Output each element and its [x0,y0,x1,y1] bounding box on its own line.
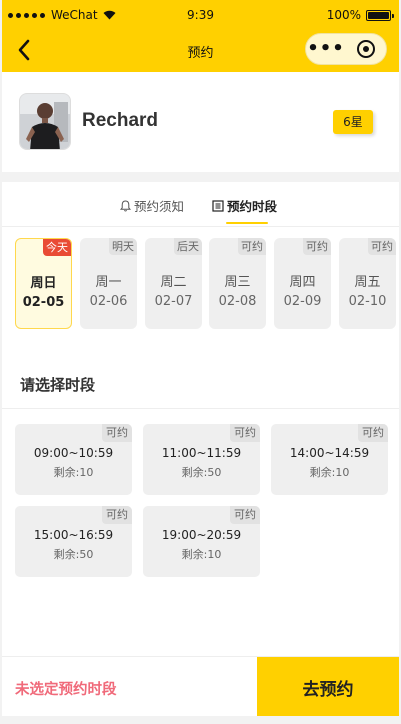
date-strip[interactable]: 今天 周日 02-05 明天 周一 02-06 后天 周二 02-07 可约 周… [2,227,399,337]
coach-name: Rechard [82,110,159,131]
date-value: 02-07 [154,294,193,309]
date-tag: 今天 [43,239,71,256]
date-value: 02-10 [348,294,387,309]
selection-hint: 未选定预约时段 [15,682,117,698]
nav-bar: 预约 ••• [2,30,399,70]
slot-remaining: 剩余:50 [53,548,94,561]
date-weekday: 周四 [289,275,316,290]
time-slot[interactable]: 可约 19:00~20:59 剩余:10 [143,506,260,577]
slot-remaining: 剩余:10 [53,466,94,479]
battery-area: 100% [326,8,394,22]
slot-tag: 可约 [230,506,260,524]
date-card[interactable]: 后天 周二 02-07 [145,238,202,329]
time-slot[interactable]: 可约 09:00~10:59 剩余:10 [15,424,132,495]
slot-tag: 可约 [230,424,260,442]
slot-remaining: 剩余:10 [309,466,350,479]
avatar [19,93,71,150]
date-card[interactable]: 今天 周日 02-05 [15,238,72,329]
book-button[interactable]: 去预约 [257,657,399,717]
divider [2,408,399,409]
slot-range: 14:00~14:59 [289,446,370,460]
coach-header: Rechard 6星 [2,72,399,172]
tab-notice-label: 预约须知 [134,199,185,214]
date-weekday: 周三 [224,275,251,290]
list-icon [212,199,224,212]
bottom-spacer [2,716,399,724]
date-tag: 可约 [238,238,266,255]
divider [2,172,399,182]
tab-bar: 预约须知 预约时段 [2,182,399,227]
date-weekday: 周五 [354,275,381,290]
date-value: 02-09 [283,294,322,309]
status-bar: WeChat 9:39 100% [2,6,399,26]
date-weekday: 周一 [95,275,122,290]
date-card[interactable]: 可约 周三 02-08 [209,238,266,329]
section-title: 请选择时段 [20,376,96,394]
slot-range: 09:00~10:59 [33,446,114,460]
time-slot[interactable]: 可约 11:00~11:59 剩余:50 [143,424,260,495]
slot-range: 11:00~11:59 [161,446,242,460]
slot-tag: 可约 [102,506,132,524]
date-tag: 可约 [303,238,331,255]
bottom-bar: 未选定预约时段 去预约 [2,656,399,717]
battery-percent: 100% [326,8,361,22]
date-tag: 可约 [368,238,396,255]
slot-tag: 可约 [358,424,388,442]
date-tag: 明天 [109,238,137,255]
time-slot[interactable]: 可约 14:00~14:59 剩余:10 [271,424,388,495]
slot-remaining: 剩余:50 [181,466,222,479]
date-weekday: 周日 [30,276,57,291]
booking-page: WeChat 9:39 100% 预约 ••• Rechard 6星 预约须知 … [2,0,399,724]
tab-slots-label: 预约时段 [227,199,278,214]
rating-badge: 6星 [333,110,373,134]
date-value: 02-06 [89,294,128,309]
tab-active-indicator [226,222,268,224]
date-value: 02-05 [22,295,65,310]
slot-range: 15:00~16:59 [33,528,114,542]
tab-slots[interactable]: 预约时段 [212,196,277,215]
slot-tag: 可约 [102,424,132,442]
mini-program-capsule: ••• [305,33,387,65]
battery-icon [366,9,394,21]
top-bar: WeChat 9:39 100% 预约 ••• [2,0,399,72]
slot-range: 19:00~20:59 [161,528,242,542]
slot-remaining: 剩余:10 [181,548,222,561]
date-card[interactable]: 明天 周一 02-06 [80,238,137,329]
date-weekday: 周二 [160,275,187,290]
date-value: 02-08 [218,294,257,309]
date-card[interactable]: 可约 周五 02-10 [339,238,396,329]
target-icon[interactable] [346,40,386,58]
bell-icon [120,199,131,211]
date-card[interactable]: 可约 周四 02-09 [274,238,331,329]
ellipsis-icon[interactable]: ••• [306,40,346,58]
date-tag: 后天 [174,238,202,255]
tab-notice[interactable]: 预约须知 [120,196,184,215]
time-slot[interactable]: 可约 15:00~16:59 剩余:50 [15,506,132,577]
